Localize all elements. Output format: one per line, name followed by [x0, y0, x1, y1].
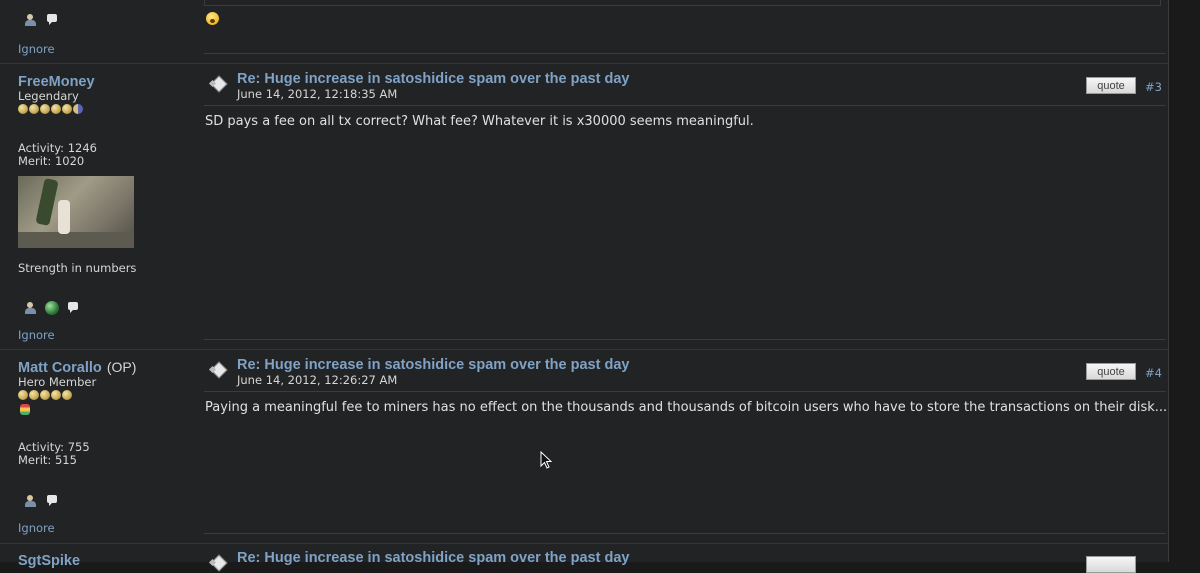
star-icon	[62, 104, 72, 114]
website-globe-icon[interactable]	[45, 301, 59, 315]
shocked-smiley-icon	[206, 12, 219, 25]
star-icon	[18, 390, 28, 400]
member-rank: Hero Member	[18, 375, 97, 389]
post-subject-link[interactable]: Re: Huge increase in satoshidice spam ov…	[237, 357, 629, 373]
star-icon	[18, 104, 28, 114]
star-icon	[29, 104, 39, 114]
star-icon	[62, 390, 72, 400]
post: FreeMoney Legendary Activity: 1246 Merit…	[0, 63, 1168, 349]
post-date: June 14, 2012, 12:26:27 AM	[237, 373, 398, 387]
badge-icon	[18, 403, 32, 417]
post-footer-divider	[204, 53, 1166, 54]
post-footer-divider	[204, 533, 1166, 534]
mouse-cursor-icon	[540, 451, 552, 469]
username-link[interactable]: FreeMoney	[18, 74, 95, 90]
post-divider	[0, 543, 1168, 544]
post-date: June 14, 2012, 12:18:35 AM	[237, 87, 398, 101]
username-link[interactable]: SgtSpike	[18, 553, 80, 569]
personal-message-icon[interactable]	[45, 494, 59, 508]
ignore-link[interactable]: Ignore	[18, 521, 55, 535]
poster-info: Matt Corallo (OP) Hero Member Activity: …	[18, 357, 188, 467]
ignore-link[interactable]: Ignore	[18, 42, 55, 56]
rank-stars	[18, 104, 188, 116]
post-subject-link[interactable]: Re: Huge increase in satoshidice spam ov…	[237, 550, 629, 566]
star-icon	[29, 390, 39, 400]
merit-count: Merit: 1020	[18, 154, 85, 168]
poster-info: SgtSpike	[18, 550, 188, 569]
ignore-link[interactable]: Ignore	[18, 328, 55, 342]
post-number-link[interactable]: #3	[1145, 80, 1162, 94]
poster-actions	[24, 494, 66, 508]
post-divider	[0, 349, 1168, 350]
post-xx-icon	[210, 76, 230, 92]
poster-actions	[24, 301, 87, 315]
personal-message-icon[interactable]	[45, 13, 59, 27]
personal-text: Strength in numbers	[18, 261, 137, 275]
forum-thread: Ignore FreeMoney Legendary Activity: 124…	[0, 0, 1169, 573]
post-body: Paying a meaningful fee to miners has no…	[205, 400, 1168, 415]
poster-info: FreeMoney Legendary Activity: 1246 Merit…	[18, 71, 188, 168]
post-divider	[0, 63, 1168, 64]
star-icon	[51, 104, 61, 114]
quote-button[interactable]: quote	[1086, 77, 1136, 94]
profile-icon[interactable]	[24, 494, 38, 508]
post-subject-link[interactable]: Re: Huge increase in satoshidice spam ov…	[237, 71, 629, 87]
member-rank: Legendary	[18, 89, 79, 103]
avatar	[18, 176, 134, 248]
previous-post-tail: Ignore	[0, 0, 1168, 64]
profile-icon[interactable]	[24, 301, 38, 315]
post-xx-icon	[210, 555, 230, 571]
poster-actions	[24, 13, 66, 27]
quote-box-fragment	[204, 0, 1161, 6]
legendary-star-icon	[73, 104, 83, 114]
quote-button[interactable]: quote	[1086, 363, 1136, 380]
profile-icon[interactable]	[24, 13, 38, 27]
post: SgtSpike Re: Huge increase in satoshidic…	[0, 543, 1168, 573]
post: Matt Corallo (OP) Hero Member Activity: …	[0, 349, 1168, 543]
star-icon	[51, 390, 61, 400]
post-header-divider	[204, 391, 1166, 392]
post-header-divider	[204, 105, 1166, 106]
rank-stars	[18, 390, 188, 402]
quote-button[interactable]	[1086, 556, 1136, 573]
star-icon	[40, 104, 50, 114]
personal-message-icon[interactable]	[66, 301, 80, 315]
post-number-link[interactable]: #4	[1145, 366, 1162, 380]
op-tag: (OP)	[106, 359, 137, 375]
username-link[interactable]: Matt Corallo	[18, 360, 102, 376]
merit-count: Merit: 515	[18, 453, 77, 467]
post-xx-icon	[210, 362, 230, 378]
star-icon	[40, 390, 50, 400]
post-footer-divider	[204, 339, 1166, 340]
post-body: SD pays a fee on all tx correct? What fe…	[205, 114, 754, 129]
